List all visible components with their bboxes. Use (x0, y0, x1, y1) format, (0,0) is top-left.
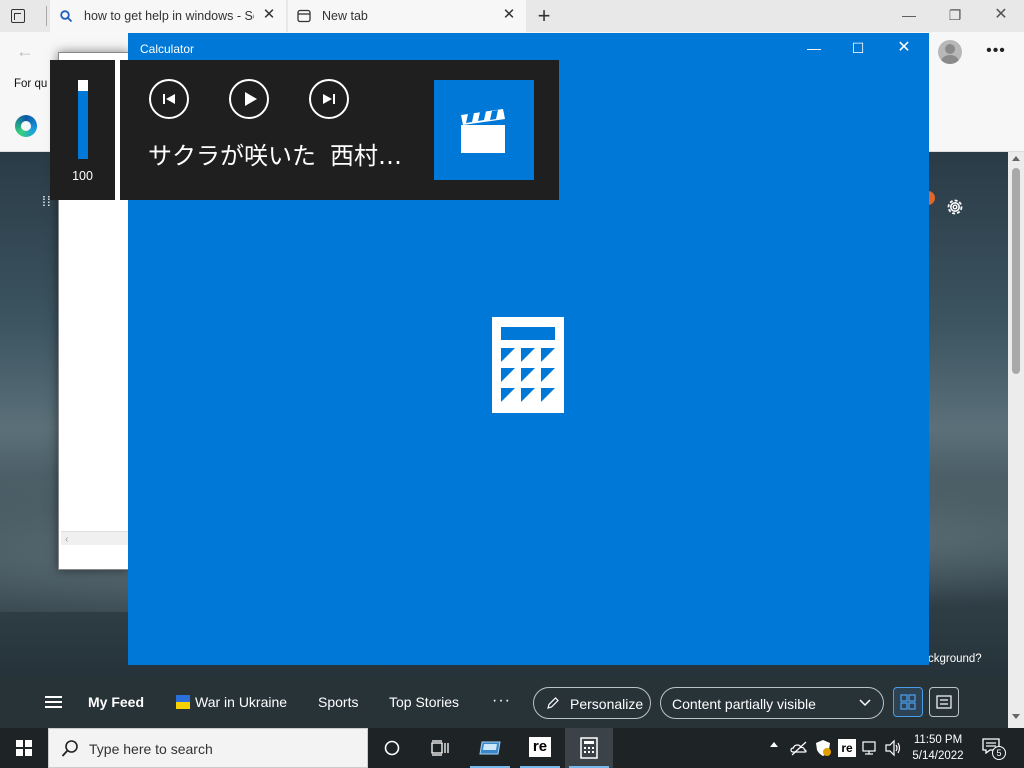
back-arrow-icon[interactable]: ← (16, 41, 38, 61)
edge-logo-icon[interactable] (15, 115, 37, 137)
calculator-close-icon[interactable]: ✕ (881, 33, 927, 63)
grid-view-icon (900, 694, 916, 710)
clapperboard-icon (461, 109, 505, 153)
apps-grid-icon[interactable]: ⁞⁞ (42, 194, 54, 216)
scroll-down-icon[interactable] (1012, 714, 1020, 719)
volume-value: 100 (72, 169, 93, 183)
play-button[interactable] (229, 79, 269, 119)
close-tab-icon[interactable]: ✕ (262, 7, 276, 22)
page-scrollbar[interactable] (1008, 152, 1024, 728)
horizontal-scrollbar[interactable]: ‹ (61, 531, 129, 545)
action-center-button[interactable]: 5 (980, 736, 1006, 760)
onedrive-offline-icon[interactable] (790, 739, 808, 757)
feed-tab-sports[interactable]: Sports (318, 694, 358, 710)
feed-tab-war-in-ukraine[interactable]: War in Ukraine (195, 694, 287, 710)
windows-logo-icon (16, 740, 32, 756)
next-track-icon (323, 94, 335, 104)
restore-icon[interactable]: ❐ (932, 0, 978, 30)
cortana-button[interactable] (368, 728, 416, 768)
tab-title: New tab (322, 9, 368, 23)
task-view-icon (431, 740, 449, 756)
re-app-icon: re (529, 737, 551, 757)
feed-nav-bar: My Feed War in Ukraine Sports Top Storie… (0, 678, 1008, 728)
grid-view-button[interactable] (893, 687, 923, 717)
background-info-link[interactable]: ckground? (928, 653, 982, 665)
search-icon (61, 740, 78, 757)
previous-track-icon (163, 94, 175, 104)
media-thumbnail (434, 80, 534, 180)
calculator-logo-icon (492, 317, 564, 413)
next-track-button[interactable] (309, 79, 349, 119)
track-artist: 西村… (330, 142, 402, 170)
tab-separator (46, 6, 47, 26)
start-button[interactable] (0, 728, 48, 768)
folder-window-icon (479, 741, 501, 755)
volume-slider-fill[interactable] (78, 91, 88, 159)
ukraine-flag-icon (176, 695, 190, 709)
gear-icon[interactable] (944, 196, 966, 218)
newtab-icon (297, 9, 311, 23)
calculator-title: Calculator (140, 42, 195, 56)
taskbar-app-re[interactable]: re (516, 728, 564, 768)
personalize-label: Personalize (570, 696, 644, 712)
volume-icon[interactable] (885, 739, 903, 757)
taskbar: Type here to search re re 11:50 PM 5/14/… (0, 728, 1024, 768)
new-tab-button[interactable]: + (532, 4, 556, 28)
search-placeholder: Type here to search (89, 741, 213, 757)
network-icon[interactable] (862, 739, 880, 757)
clock-time: 11:50 PM (913, 734, 963, 746)
security-shield-icon[interactable] (814, 739, 832, 757)
show-hidden-icons-chevron[interactable] (770, 742, 778, 747)
close-tab-icon[interactable]: ✕ (502, 7, 516, 22)
tab-actions-icon[interactable] (8, 6, 28, 26)
tab-title: how to get help in windows - Se (84, 9, 254, 23)
favorites-text: For qu (14, 78, 48, 90)
content-visibility-dropdown[interactable]: Content partially visible (660, 687, 884, 719)
pencil-icon (547, 697, 559, 709)
calculator-maximize-icon[interactable]: ☐ (835, 33, 881, 63)
feed-tab-top-stories[interactable]: Top Stories (389, 694, 459, 710)
scroll-left-icon[interactable]: ‹ (65, 534, 68, 545)
scroll-up-icon[interactable] (1012, 156, 1020, 161)
taskbar-search-box[interactable]: Type here to search (48, 728, 368, 768)
scrollbar-thumb[interactable] (1012, 168, 1020, 374)
hamburger-menu-icon[interactable] (45, 696, 62, 708)
feed-more-icon[interactable]: ··· (492, 692, 511, 710)
clock-date: 5/14/2022 (912, 750, 964, 762)
media-controls-flyout: サクラが咲いた 西村… (120, 60, 559, 200)
content-visibility-label: Content partially visible (672, 696, 816, 712)
profile-avatar[interactable] (938, 40, 962, 64)
more-menu-icon[interactable]: ••• (984, 40, 1008, 62)
notification-count-badge: 5 (992, 746, 1006, 760)
personalize-button[interactable]: Personalize (533, 687, 651, 719)
taskbar-app-calculator[interactable] (565, 728, 613, 768)
re-tray-icon[interactable]: re (838, 739, 856, 757)
tab-search[interactable]: how to get help in windows - Se ✕ (50, 0, 286, 32)
volume-flyout: 100 (50, 60, 115, 200)
cortana-circle-icon (384, 740, 400, 756)
track-title: サクラが咲いた (148, 142, 316, 170)
calculator-icon (580, 737, 598, 759)
previous-track-button[interactable] (149, 79, 189, 119)
play-icon (245, 92, 257, 106)
close-window-icon[interactable]: ✕ (978, 0, 1024, 30)
feed-tab-my-feed[interactable]: My Feed (88, 694, 144, 710)
minimize-icon[interactable]: — (886, 0, 932, 30)
chevron-down-icon (859, 699, 871, 707)
tab-new-tab[interactable]: New tab ✕ (288, 0, 526, 32)
list-view-button[interactable] (929, 687, 959, 717)
taskbar-clock[interactable]: 11:50 PM 5/14/2022 (906, 732, 970, 764)
taskbar-app-file-explorer[interactable] (466, 728, 514, 768)
search-icon (60, 10, 73, 23)
list-view-icon (936, 695, 952, 709)
browser-tab-bar: how to get help in windows - Se ✕ New ta… (0, 0, 1024, 32)
calculator-minimize-icon[interactable]: — (791, 33, 837, 63)
task-view-button[interactable] (416, 728, 464, 768)
